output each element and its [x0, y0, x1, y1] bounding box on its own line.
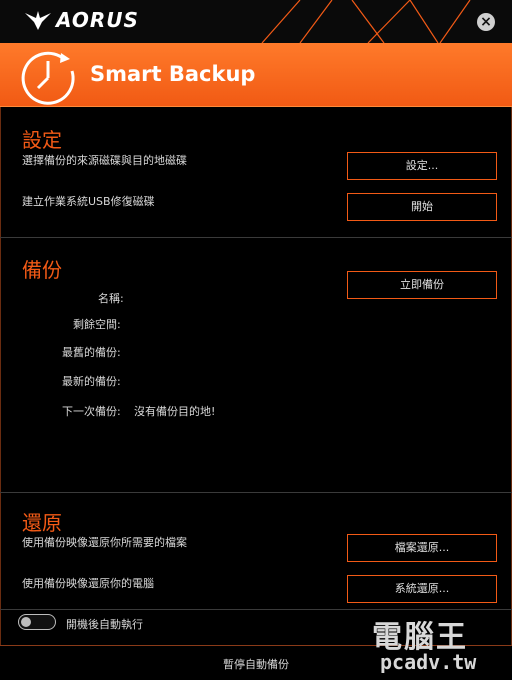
free-space-label: 剩餘空間:: [73, 318, 121, 331]
app-header: Smart Backup: [0, 43, 512, 107]
watermark-url: pcadv.tw: [380, 650, 477, 674]
autostart-toggle[interactable]: [18, 614, 56, 630]
brand-name: AORUS: [56, 8, 139, 32]
site-watermark: 電腦王 pcadv.tw: [372, 612, 508, 678]
settings-section-title: 設定: [22, 128, 62, 152]
next-backup-value: 沒有備份目的地!: [134, 405, 216, 418]
divider: [0, 609, 512, 610]
toggle-knob: [21, 617, 31, 627]
aorus-logo: AORUS: [24, 8, 139, 32]
newest-backup-label: 最新的備份:: [62, 375, 121, 388]
divider: [0, 492, 512, 493]
usb-recovery-text: 建立作業系統USB修復磁碟: [22, 195, 155, 208]
restore-section-title: 還原: [22, 511, 62, 535]
title-bar[interactable]: AORUS ×: [0, 0, 512, 43]
file-restore-text: 使用備份映像還原你所需要的檔案: [22, 536, 187, 549]
select-disks-text: 選擇備份的來源磁碟與目的地磁碟: [22, 154, 187, 167]
system-restore-text: 使用備份映像還原你的電腦: [22, 577, 154, 590]
eagle-icon: [25, 11, 51, 30]
divider: [0, 237, 512, 238]
close-button[interactable]: ×: [477, 13, 495, 31]
backup-now-button[interactable]: 立即備份: [347, 271, 497, 299]
name-label: 名稱:: [98, 292, 124, 305]
backup-section-title: 備份: [22, 258, 62, 282]
start-usb-button[interactable]: 開始: [347, 193, 497, 221]
app-title: Smart Backup: [90, 62, 256, 86]
file-restore-button[interactable]: 檔案還原...: [347, 534, 497, 562]
system-restore-button[interactable]: 系統還原...: [347, 575, 497, 603]
next-backup-label: 下一次備份:: [62, 405, 121, 418]
autostart-label: 開機後自動執行: [66, 618, 143, 631]
oldest-backup-label: 最舊的備份:: [62, 346, 121, 359]
clock-icon: [21, 51, 75, 105]
settings-button[interactable]: 設定...: [347, 152, 497, 180]
